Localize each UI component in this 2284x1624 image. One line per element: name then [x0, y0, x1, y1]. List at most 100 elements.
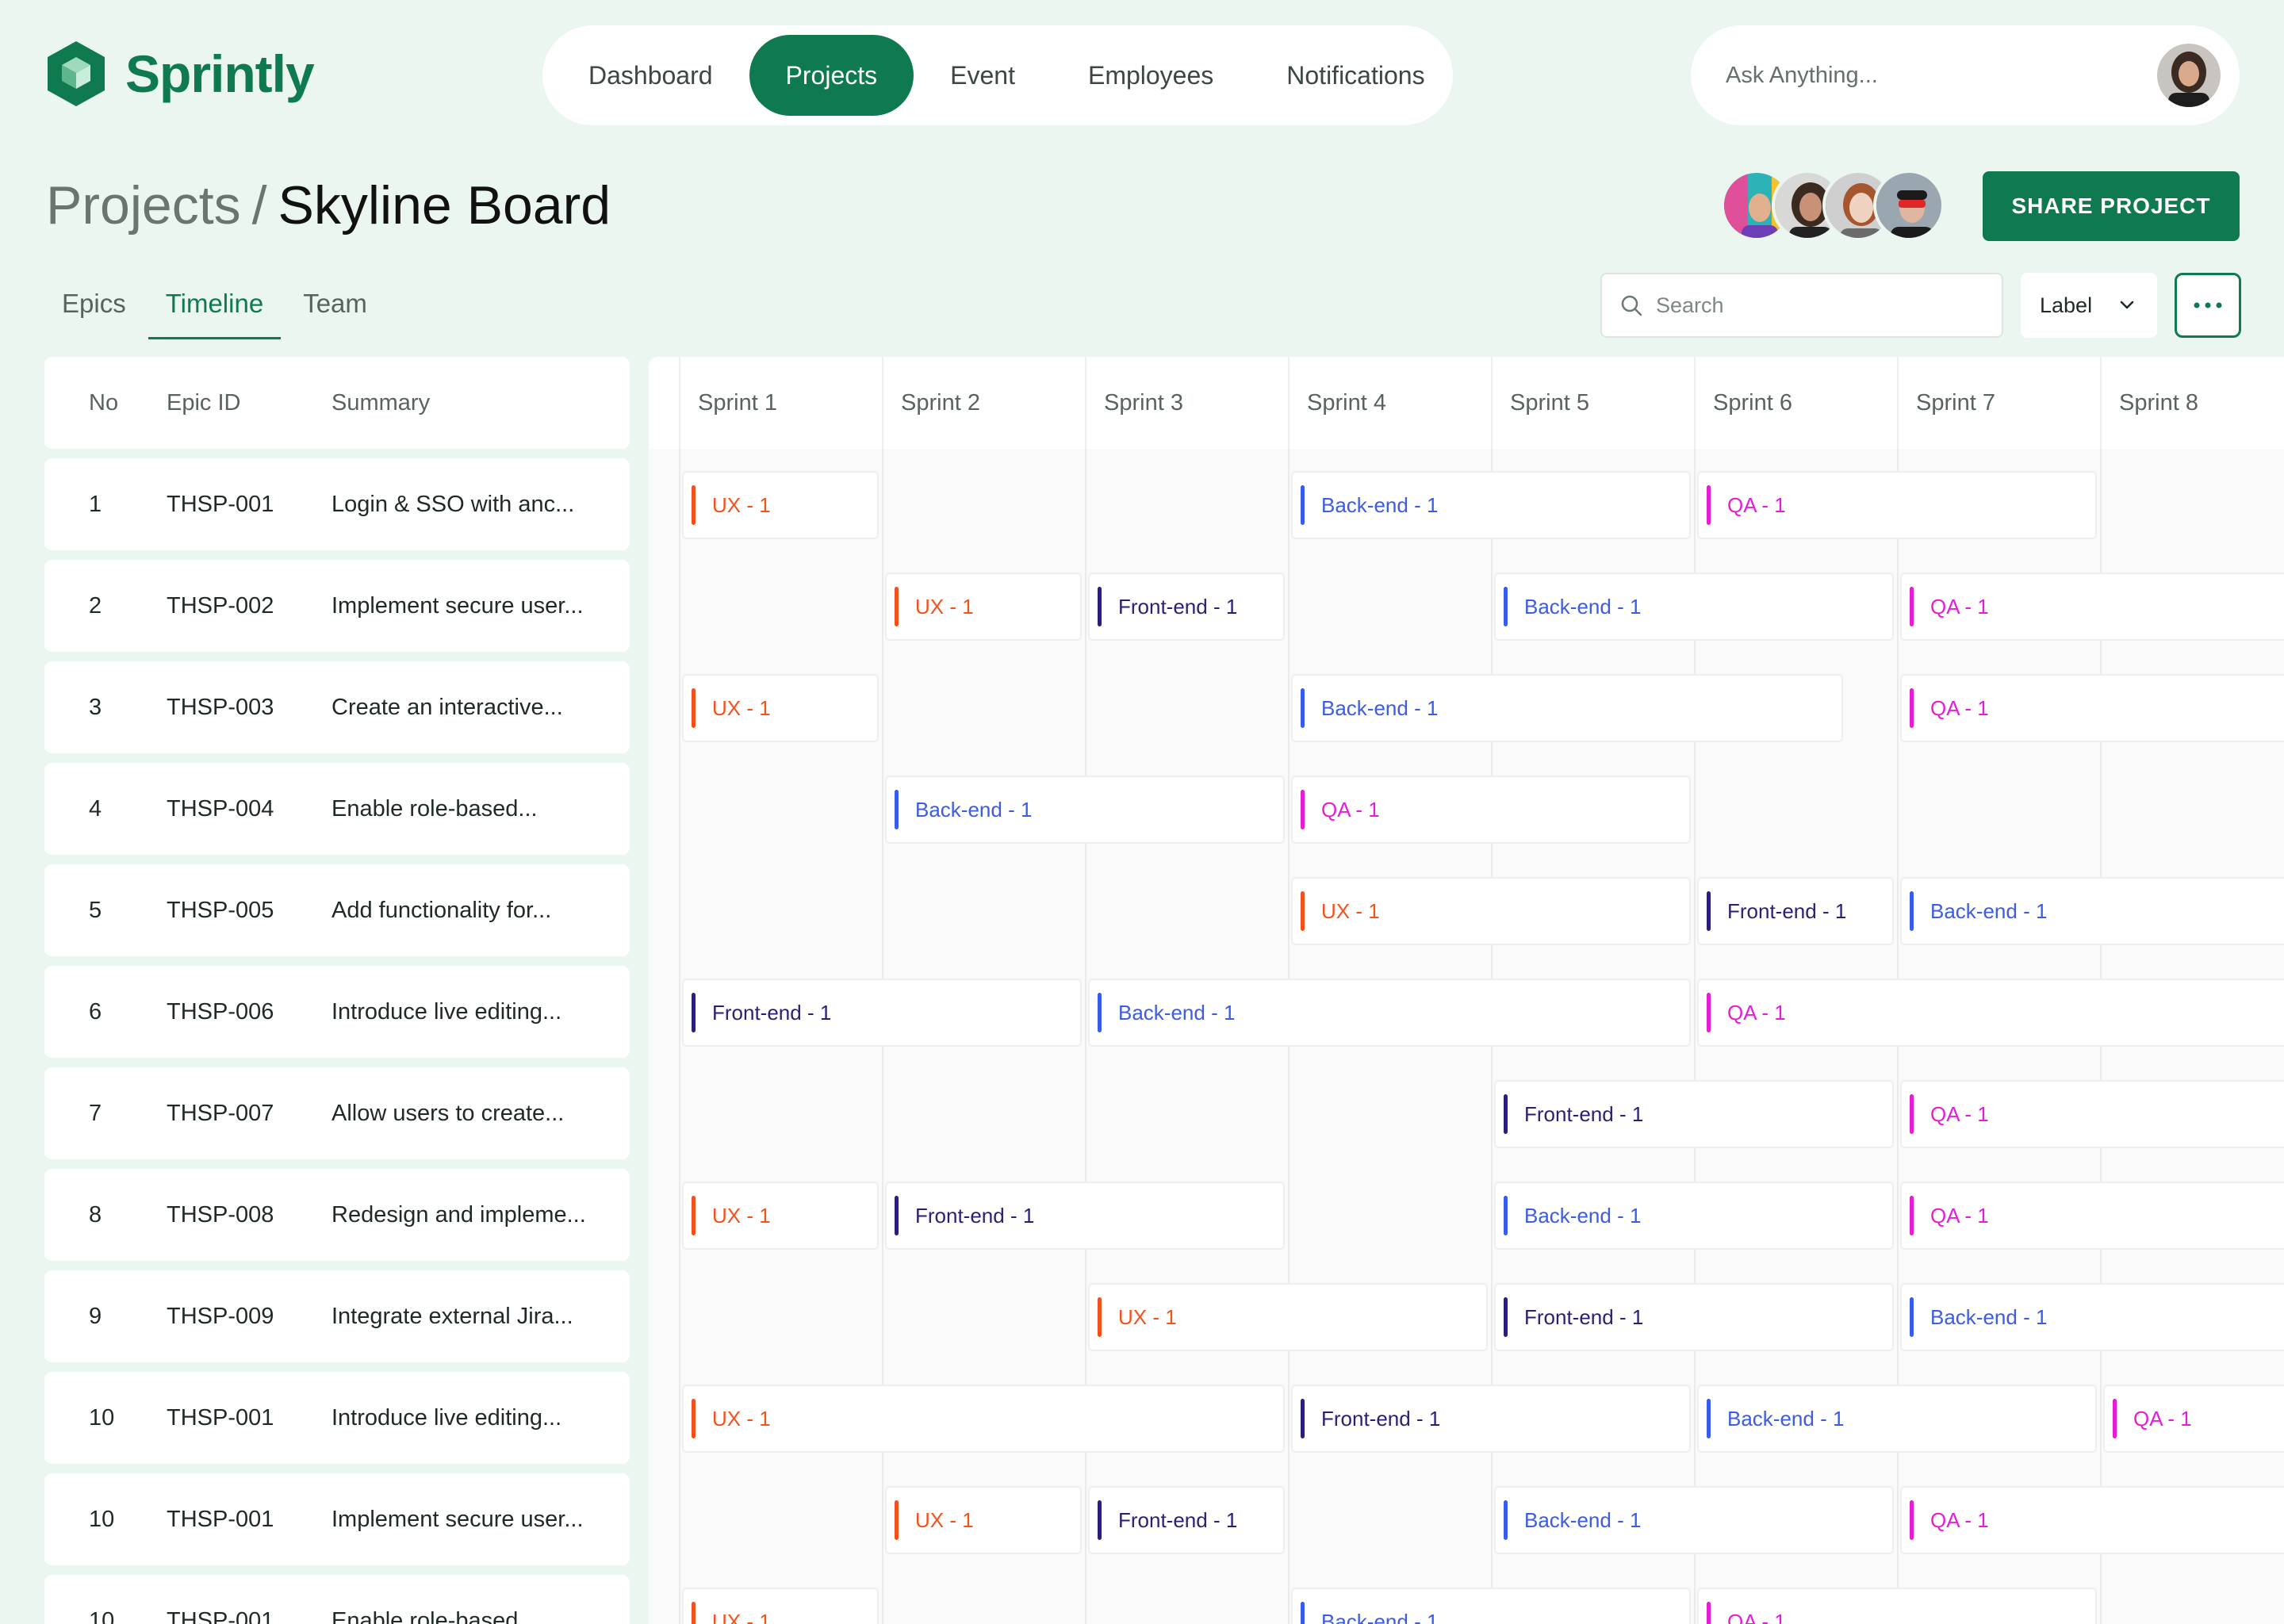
- epic-table: No Epic ID Summary 1 THSP-001 Login & SSO …: [44, 357, 630, 1624]
- column-header-epic-id: Epic ID: [167, 389, 241, 416]
- epic-number: 4: [89, 795, 102, 822]
- timeline-task-ux[interactable]: UX - 1: [682, 1385, 1285, 1453]
- task-label: Front-end - 1: [915, 1203, 1035, 1228]
- breadcrumb-projects[interactable]: Projects: [46, 175, 241, 236]
- team-avatar-group[interactable]: [1721, 170, 1945, 241]
- epic-summary: Introduce live editing...: [331, 1404, 562, 1431]
- timeline-task-front-end[interactable]: Front-end - 1: [1291, 1385, 1691, 1453]
- timeline-task-front-end[interactable]: Front-end - 1: [1697, 877, 1894, 945]
- task-label: QA - 1: [2133, 1406, 2192, 1431]
- timeline-task-back-end[interactable]: Back-end - 1: [1494, 1182, 1894, 1250]
- more-options-button[interactable]: [2175, 273, 2241, 338]
- timeline-task-qa[interactable]: QA - 1: [1900, 1486, 2284, 1554]
- nav-item-event[interactable]: Event: [914, 35, 1052, 116]
- timeline-task-qa[interactable]: QA - 1: [1291, 776, 1691, 844]
- epic-id: THSP-001: [167, 1607, 274, 1624]
- timeline-task-front-end[interactable]: Front-end - 1: [682, 979, 1082, 1047]
- table-row[interactable]: 10 THSP-001 Implement secure user...: [44, 1473, 630, 1565]
- sprint-divider: [679, 357, 680, 449]
- epic-table-header: No Epic ID Summary: [44, 357, 630, 449]
- timeline-task-qa[interactable]: QA - 1: [1900, 674, 2284, 742]
- task-label: Back-end - 1: [1524, 1507, 1642, 1532]
- table-row[interactable]: 9 THSP-009 Integrate external Jira...: [44, 1270, 630, 1362]
- nav-item-notifications[interactable]: Notifications: [1250, 35, 1461, 116]
- timeline-task-ux[interactable]: UX - 1: [885, 573, 1082, 641]
- table-row[interactable]: 7 THSP-007 Allow users to create...: [44, 1067, 630, 1159]
- tab-epics[interactable]: Epics: [44, 278, 144, 339]
- task-label: Back-end - 1: [1524, 594, 1642, 619]
- timeline-task-back-end[interactable]: Back-end - 1: [1697, 1385, 2097, 1453]
- timeline-task-front-end[interactable]: Front-end - 1: [1088, 573, 1285, 641]
- share-project-button[interactable]: SHARE PROJECT: [1983, 171, 2240, 241]
- nav-item-projects[interactable]: Projects: [749, 35, 914, 116]
- timeline-task-qa[interactable]: QA - 1: [1697, 1588, 2097, 1624]
- timeline-task-back-end[interactable]: Back-end - 1: [1088, 979, 1691, 1047]
- main-nav: Dashboard Projects Event Employees Notif…: [542, 25, 1453, 125]
- epic-id: THSP-002: [167, 592, 274, 619]
- timeline-task-back-end[interactable]: Back-end - 1: [1291, 471, 1691, 539]
- table-row[interactable]: 10 THSP-001 Enable role-based...: [44, 1575, 630, 1624]
- sprint-header: Sprint 3: [1104, 389, 1183, 416]
- timeline-task-back-end[interactable]: Back-end - 1: [885, 776, 1285, 844]
- timeline-task-ux[interactable]: UX - 1: [1291, 877, 1691, 945]
- epic-id: THSP-001: [167, 1404, 274, 1431]
- task-label: Back-end - 1: [1524, 1203, 1642, 1228]
- sprint-header: Sprint 6: [1713, 389, 1792, 416]
- table-row[interactable]: 1 THSP-001 Login & SSO with anc...: [44, 458, 630, 550]
- epic-number: 10: [89, 1404, 115, 1431]
- task-label: QA - 1: [1727, 492, 1786, 517]
- team-avatar[interactable]: [1873, 170, 1945, 241]
- table-row[interactable]: 4 THSP-004 Enable role-based...: [44, 763, 630, 855]
- user-avatar[interactable]: [2157, 44, 2221, 107]
- timeline-task-back-end[interactable]: Back-end - 1: [1494, 1486, 1894, 1554]
- timeline-task-back-end[interactable]: Back-end - 1: [1291, 1588, 1691, 1624]
- timeline-task-front-end[interactable]: Front-end - 1: [1494, 1080, 1894, 1148]
- task-label: UX - 1: [712, 695, 771, 720]
- label-filter-select[interactable]: Label: [2021, 273, 2157, 338]
- task-label: QA - 1: [1930, 594, 1989, 619]
- nav-item-employees[interactable]: Employees: [1052, 35, 1250, 116]
- task-label: Front-end - 1: [1321, 1406, 1441, 1431]
- timeline-task-ux[interactable]: UX - 1: [682, 471, 879, 539]
- tab-timeline[interactable]: Timeline: [148, 278, 282, 339]
- timeline-task-back-end[interactable]: Back-end - 1: [1494, 573, 1894, 641]
- table-row[interactable]: 10 THSP-001 Introduce live editing...: [44, 1372, 630, 1464]
- timeline-task-qa[interactable]: QA - 1: [1900, 1080, 2284, 1148]
- timeline-task-back-end[interactable]: Back-end - 1: [1291, 674, 1843, 742]
- timeline-task-qa[interactable]: QA - 1: [1900, 573, 2284, 641]
- nav-item-dashboard[interactable]: Dashboard: [552, 35, 749, 116]
- tab-team[interactable]: Team: [286, 278, 385, 339]
- table-row[interactable]: 3 THSP-003 Create an interactive...: [44, 661, 630, 753]
- task-label: Back-end - 1: [1118, 1000, 1236, 1025]
- search-input[interactable]: Search: [1600, 273, 2003, 338]
- timeline-task-qa[interactable]: QA - 1: [1697, 471, 2097, 539]
- task-label: UX - 1: [915, 594, 974, 619]
- timeline-task-qa[interactable]: QA - 1: [1900, 1182, 2284, 1250]
- task-label: Front-end - 1: [1118, 1507, 1238, 1532]
- timeline-task-qa[interactable]: QA - 1: [2103, 1385, 2284, 1453]
- timeline-task-qa[interactable]: QA - 1: [1697, 979, 2284, 1047]
- app-logo[interactable]: Sprintly: [46, 40, 315, 108]
- timeline-task-back-end[interactable]: Back-end - 1: [1900, 1283, 2284, 1351]
- timeline-task-front-end[interactable]: Front-end - 1: [885, 1182, 1285, 1250]
- task-label: Back-end - 1: [1321, 695, 1439, 720]
- epic-number: 2: [89, 592, 102, 619]
- ask-anything-input[interactable]: Ask Anything...: [1691, 25, 2240, 125]
- timeline-task-front-end[interactable]: Front-end - 1: [1494, 1283, 1894, 1351]
- search-icon: [1621, 295, 1642, 316]
- timeline-task-front-end[interactable]: Front-end - 1: [1088, 1486, 1285, 1554]
- timeline-task-ux[interactable]: UX - 1: [885, 1486, 1082, 1554]
- timeline-task-ux[interactable]: UX - 1: [682, 1182, 879, 1250]
- timeline-task-back-end[interactable]: Back-end - 1: [1900, 877, 2284, 945]
- epic-id: THSP-005: [167, 897, 274, 923]
- timeline-task-ux[interactable]: UX - 1: [682, 1588, 879, 1624]
- task-label: Front-end - 1: [1118, 594, 1238, 619]
- timeline-task-ux[interactable]: UX - 1: [682, 674, 879, 742]
- table-row[interactable]: 5 THSP-005 Add functionality for...: [44, 864, 630, 956]
- table-row[interactable]: 8 THSP-008 Redesign and impleme...: [44, 1169, 630, 1261]
- sprint-divider: [1694, 357, 1696, 449]
- breadcrumb-separator: /: [251, 175, 267, 236]
- table-row[interactable]: 2 THSP-002 Implement secure user...: [44, 560, 630, 652]
- timeline-task-ux[interactable]: UX - 1: [1088, 1283, 1488, 1351]
- table-row[interactable]: 6 THSP-006 Introduce live editing...: [44, 966, 630, 1058]
